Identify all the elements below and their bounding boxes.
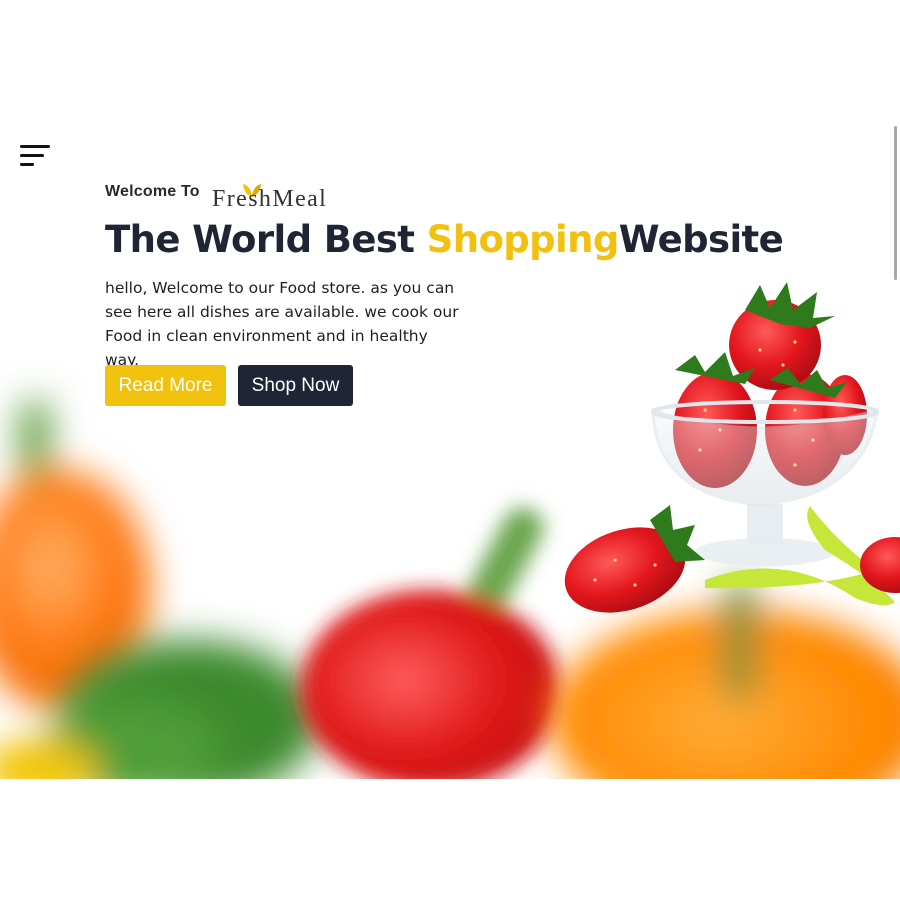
headline-accent: Shopping	[426, 218, 620, 261]
headline-part-1: The World Best	[105, 218, 427, 261]
brand-logo: FreshMeal	[212, 178, 352, 214]
headline-part-2: Website	[618, 218, 784, 261]
menu-button[interactable]	[20, 145, 52, 171]
hero-intro-text: hello, Welcome to our Food store. as you…	[105, 279, 459, 369]
brand-name: FreshMeal	[212, 186, 328, 212]
hero-headline: The World Best ShoppingWebsite	[105, 218, 784, 261]
read-more-button[interactable]: Read More	[105, 365, 226, 406]
page-scrollbar[interactable]	[894, 126, 897, 280]
welcome-text: Welcome To	[105, 183, 200, 200]
hero-bottom-edge	[0, 779, 900, 900]
shop-now-button[interactable]: Shop Now	[238, 365, 353, 406]
strawberry-bowl-image	[564, 282, 900, 613]
